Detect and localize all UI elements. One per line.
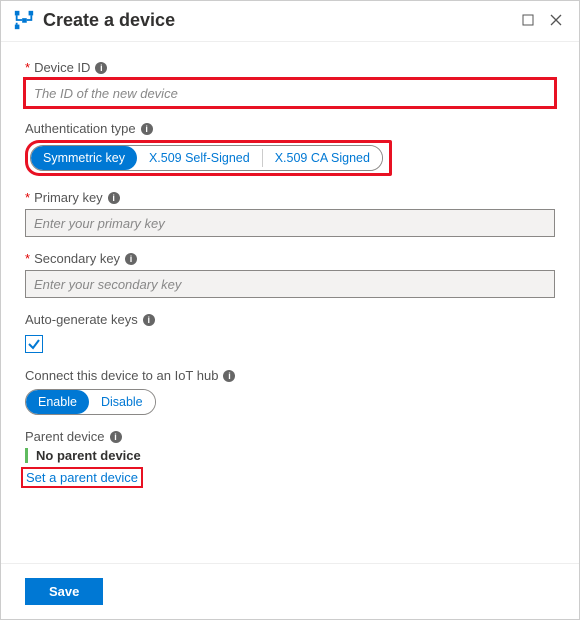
device-id-field: * Device ID i xyxy=(25,60,555,107)
parent-device-label: Parent device xyxy=(25,429,105,444)
info-icon[interactable]: i xyxy=(223,370,235,382)
auto-generate-checkbox[interactable] xyxy=(25,335,43,353)
secondary-key-label: Secondary key xyxy=(34,251,120,266)
auto-generate-label: Auto-generate keys xyxy=(25,312,138,327)
auth-type-label: Authentication type xyxy=(25,121,136,136)
device-id-label: Device ID xyxy=(34,60,90,75)
info-icon[interactable]: i xyxy=(125,253,137,265)
panel-footer: Save xyxy=(1,563,579,619)
required-marker: * xyxy=(25,60,30,75)
set-parent-link[interactable]: Set a parent device xyxy=(26,470,138,485)
connect-hub-toggle: Enable Disable xyxy=(25,389,156,415)
info-icon[interactable]: i xyxy=(108,192,120,204)
auth-option-selfsigned[interactable]: X.509 Self-Signed xyxy=(137,146,262,170)
primary-key-input[interactable] xyxy=(25,209,555,237)
panel-header: Create a device xyxy=(1,1,579,42)
primary-key-field: * Primary key i xyxy=(25,190,555,237)
info-icon[interactable]: i xyxy=(110,431,122,443)
required-marker: * xyxy=(25,190,30,205)
device-icon xyxy=(13,9,35,31)
parent-device-block: No parent device xyxy=(25,448,555,463)
auto-generate-field: Auto-generate keys i xyxy=(25,312,555,354)
parent-device-field: Parent device i No parent device Set a p… xyxy=(25,429,555,488)
auth-type-segmented: Symmetric key X.509 Self-Signed X.509 CA… xyxy=(30,145,383,171)
connect-disable[interactable]: Disable xyxy=(89,390,155,414)
restore-button[interactable] xyxy=(517,9,539,31)
panel-body: * Device ID i Authentication type i Symm… xyxy=(1,42,579,563)
connect-enable[interactable]: Enable xyxy=(26,390,89,414)
parent-device-value: No parent device xyxy=(36,448,555,463)
device-id-input[interactable] xyxy=(25,79,555,107)
connect-hub-label: Connect this device to an IoT hub xyxy=(25,368,218,383)
auth-option-symmetric[interactable]: Symmetric key xyxy=(31,146,137,170)
auth-option-casigned[interactable]: X.509 CA Signed xyxy=(263,146,382,170)
connect-hub-field: Connect this device to an IoT hub i Enab… xyxy=(25,368,555,415)
secondary-key-input[interactable] xyxy=(25,270,555,298)
required-marker: * xyxy=(25,251,30,266)
info-icon[interactable]: i xyxy=(141,123,153,135)
create-device-panel: Create a device * Device ID i Authentica… xyxy=(0,0,580,620)
primary-key-label: Primary key xyxy=(34,190,103,205)
info-icon[interactable]: i xyxy=(143,314,155,326)
panel-title: Create a device xyxy=(43,10,511,31)
auth-type-field: Authentication type i Symmetric key X.50… xyxy=(25,121,555,176)
secondary-key-field: * Secondary key i xyxy=(25,251,555,298)
save-button[interactable]: Save xyxy=(25,578,103,605)
close-button[interactable] xyxy=(545,9,567,31)
info-icon[interactable]: i xyxy=(95,62,107,74)
